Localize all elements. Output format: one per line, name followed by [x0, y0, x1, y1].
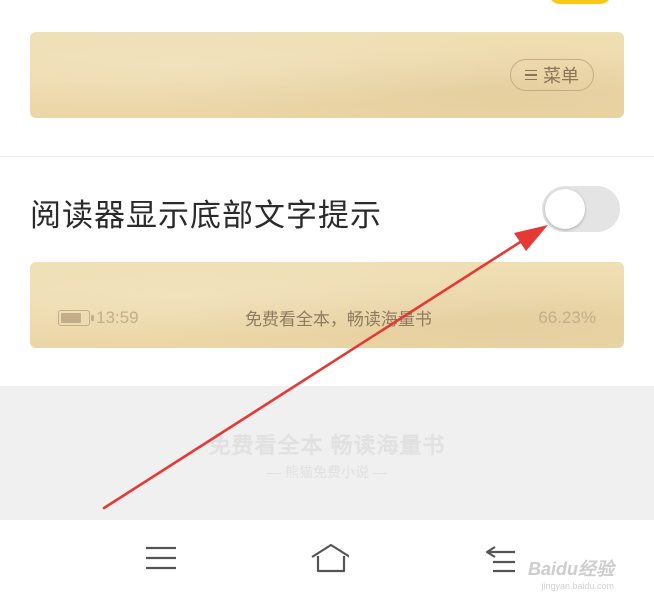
annotation-arrow-icon: [102, 225, 548, 510]
